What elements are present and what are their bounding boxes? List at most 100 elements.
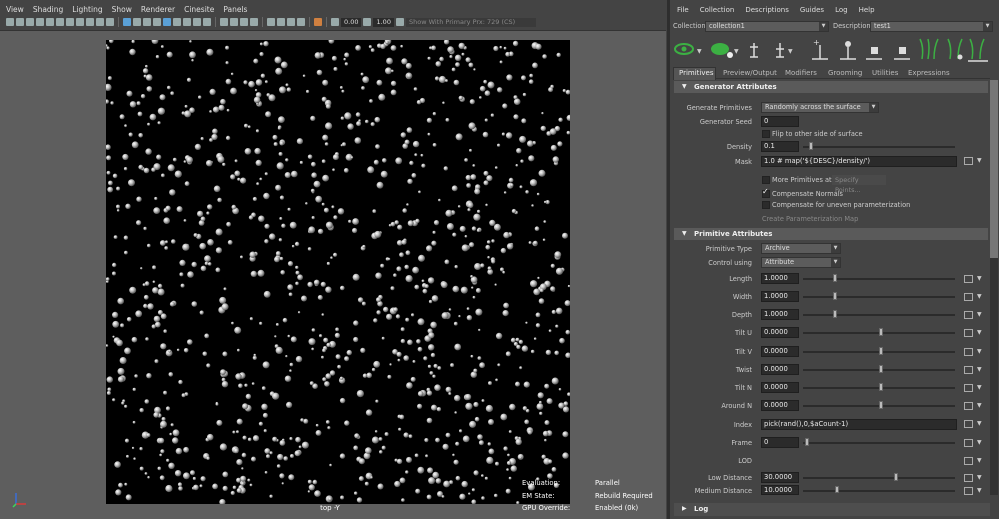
create-parameterization-map-button[interactable]: Create Parameterization Map [762,215,858,223]
select-icon[interactable] [297,18,305,26]
xgen-menu-file[interactable]: File [677,6,689,14]
chevron-down-icon[interactable]: ▼ [977,311,982,318]
camera-select-icon[interactable] [6,18,14,26]
film-gate-icon[interactable] [66,18,74,26]
tilt-u-slider-handle[interactable] [879,328,883,336]
xray-active-icon[interactable] [250,18,258,26]
panel-divider[interactable] [667,0,670,519]
resolution-gate-icon[interactable] [76,18,84,26]
camera-attributes-icon[interactable] [26,18,34,26]
bookmark-icon[interactable] [36,18,44,26]
chevron-down-icon[interactable]: ▼ [977,474,982,481]
chevron-down-icon[interactable]: ▼ [977,457,982,464]
camera-lock-icon[interactable] [16,18,24,26]
frame-slider[interactable] [803,442,955,444]
chevron-down-icon[interactable]: ▼ [977,348,982,355]
chevron-down-icon[interactable]: ▼ [977,366,982,373]
motion-blur-icon[interactable] [193,18,201,26]
depth-slider-handle[interactable] [833,310,837,318]
preview-eye-icon[interactable]: ▼ [674,43,702,55]
expression-editor-icon[interactable] [964,366,973,374]
primitive-type-dropdown[interactable]: Archive ▼ [761,243,841,254]
chevron-down-icon[interactable]: ▼ [977,402,982,409]
expression-editor-icon[interactable] [964,487,973,495]
medium-distance-slider[interactable] [803,490,955,492]
frame-slider-handle[interactable] [805,438,809,446]
low-distance-slider[interactable] [803,477,955,479]
ambient-occlusion-icon[interactable] [183,18,191,26]
around-n-slider-handle[interactable] [879,401,883,409]
chevron-down-icon[interactable]: ▼ [977,329,982,336]
generate-primitives-dropdown[interactable]: Randomly across the surface ▼ [761,102,879,113]
expression-editor-icon[interactable] [964,474,973,482]
select-guide-icon[interactable] [840,41,856,60]
tilt-v-slider-handle[interactable] [879,347,883,355]
chevron-down-icon[interactable]: ▼ [977,384,982,391]
twist-field[interactable]: 0.0000 [761,364,799,375]
convert-guides-icon[interactable] [947,38,963,60]
flip-checkbox[interactable] [762,130,770,138]
frame-field[interactable]: 0 [761,437,799,448]
compensate-uneven-checkbox[interactable] [762,201,770,209]
textured-icon[interactable] [153,18,161,26]
expression-editor-icon[interactable] [964,420,973,428]
xgen-scrollbar-thumb[interactable] [990,80,998,258]
expression-editor-icon[interactable] [964,311,973,319]
primitive-section-header[interactable]: ▼ Primitive Attributes [674,228,988,240]
xgen-menu-help[interactable]: Help [859,6,875,14]
depth-slider[interactable] [803,314,955,316]
menu-panels[interactable]: Panels [223,5,247,14]
expression-editor-icon[interactable] [964,348,973,356]
gate-mask-icon[interactable] [86,18,94,26]
index-expression-field[interactable]: pick(rand(),0,$aCount-1) [761,419,957,430]
specify-points-button[interactable]: Specify Points... [832,175,886,194]
wireframe-icon[interactable] [123,18,131,26]
expression-editor-icon[interactable] [964,329,973,337]
chevron-down-icon[interactable]: ▼ [977,420,982,427]
mask-expression-field[interactable]: 1.0 # map('${DESC}/density/') [761,156,957,167]
place-guide-icon[interactable] [750,43,758,58]
shadows-icon[interactable] [173,18,181,26]
isolate-select-icon[interactable] [220,18,228,26]
control-using-dropdown[interactable]: Attribute ▼ [761,257,841,268]
field-chart-icon[interactable] [96,18,104,26]
expression-editor-icon[interactable] [964,157,973,165]
around-n-field[interactable]: 0.0000 [761,400,799,411]
tab-modifiers[interactable]: Modifiers [785,69,817,77]
default-material-icon[interactable] [143,18,151,26]
tilt-u-field[interactable]: 0.0000 [761,327,799,338]
xgen-menu-guides[interactable]: Guides [800,6,824,14]
more-primitives-checkbox[interactable] [762,176,770,184]
tilt-v-field[interactable]: 0.0000 [761,346,799,357]
density-field[interactable]: 0.1 [761,141,799,152]
xray-joints-icon[interactable] [240,18,248,26]
sculpt-guides-icon[interactable] [968,38,988,62]
low-distance-field[interactable]: 30.0000 [761,472,799,483]
expression-editor-icon[interactable] [964,275,973,283]
xgen-menu-log[interactable]: Log [835,6,848,14]
depth-field[interactable]: 1.0000 [761,309,799,320]
tab-utilities[interactable]: Utilities [872,69,898,77]
hud-icon[interactable] [287,18,295,26]
log-section-header[interactable]: ▶ Log [674,503,990,516]
generator-seed-field[interactable]: 0 [761,116,799,127]
medium-distance-field[interactable]: 10.0000 [761,485,799,495]
tab-preview-output[interactable]: Preview/Output [723,69,777,77]
chevron-down-icon[interactable]: ▼ [977,487,982,494]
xgen-menu-collection[interactable]: Collection [700,6,735,14]
lock-guide-icon[interactable] [866,47,882,60]
expression-editor-icon[interactable] [964,439,973,447]
viewport-render-area[interactable] [106,40,570,504]
tools-icon[interactable] [314,18,322,26]
expression-editor-icon[interactable] [964,293,973,301]
length-field[interactable]: 1.0000 [761,273,799,284]
antialias-icon[interactable] [203,18,211,26]
guide-curves-icon[interactable] [919,38,939,60]
exposure-field[interactable]: 0.00 [341,17,362,27]
xgen-menu-descriptions[interactable]: Descriptions [745,6,789,14]
gamma-icon[interactable] [363,18,372,26]
grid-icon[interactable] [56,18,64,26]
color-management-icon[interactable] [395,18,404,26]
backface-icon[interactable] [267,18,275,26]
xray-icon[interactable] [230,18,238,26]
